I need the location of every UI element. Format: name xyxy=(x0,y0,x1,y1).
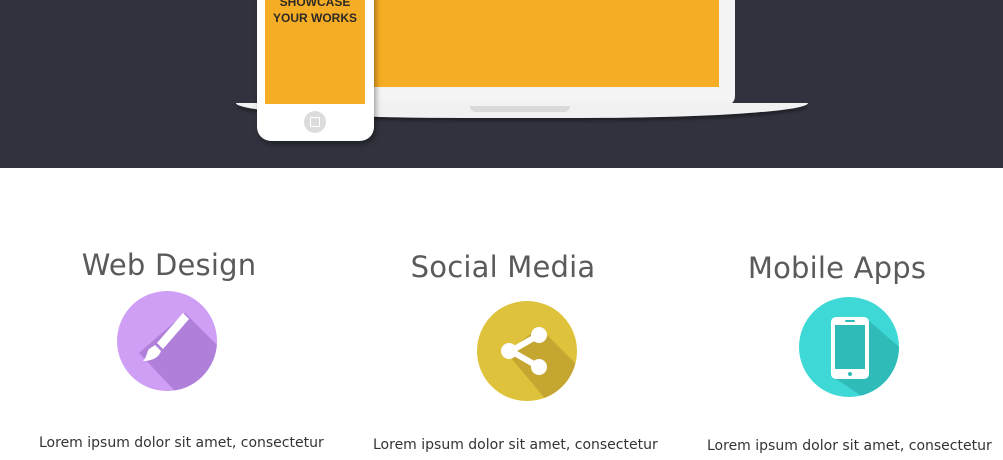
phone-text-line2: YOUR WORKS xyxy=(273,11,357,25)
laptop-screen xyxy=(371,0,719,87)
feature-title: Social Media xyxy=(410,250,596,284)
paintbrush-icon xyxy=(117,291,217,391)
phone-home-button xyxy=(304,111,326,133)
hero-banner: SHOWCASE YOUR WORKS xyxy=(0,0,1003,168)
feature-title: Web Design xyxy=(81,248,257,282)
share-icon xyxy=(477,301,577,401)
feature-description: Lorem ipsum dolor sit amet, consectetur xyxy=(707,438,992,454)
feature-title: Mobile Apps xyxy=(747,251,927,285)
smartphone-icon xyxy=(799,297,899,397)
feature-description: Lorem ipsum dolor sit amet, consectetur xyxy=(373,437,658,453)
feature-description: Lorem ipsum dolor sit amet, consectetur xyxy=(39,435,324,451)
phone-text-line1: SHOWCASE xyxy=(279,0,351,9)
phone-screen-text: SHOWCASE YOUR WORKS xyxy=(265,0,365,26)
laptop-notch xyxy=(470,106,570,112)
